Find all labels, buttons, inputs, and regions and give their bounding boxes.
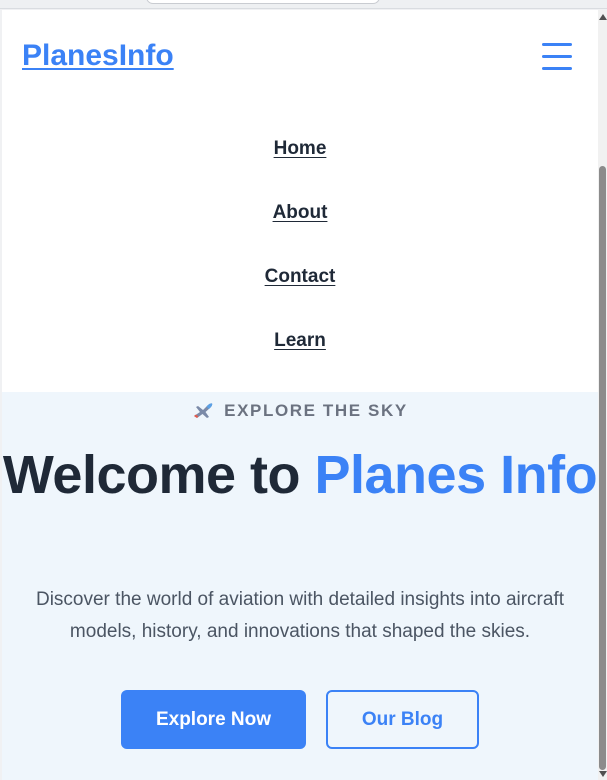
hero-title-prefix: Welcome to [2, 445, 315, 505]
hero-eyebrow: EXPLORE THE SKY [2, 400, 598, 422]
browser-address-bar[interactable] [146, 0, 380, 4]
menu-bar-top [542, 43, 572, 46]
nav-link-about[interactable]: About [2, 192, 598, 256]
menu-bar-middle [542, 55, 572, 58]
hero-description: Discover the world of aviation with deta… [35, 589, 565, 642]
scrollbar-thumb[interactable] [599, 166, 606, 770]
scroll-up-arrow-icon[interactable] [599, 14, 607, 20]
hero-title: Welcome to Planes Info [2, 442, 598, 508]
explore-now-button[interactable]: Explore Now [121, 690, 306, 749]
hero-section: EXPLORE THE SKY Welcome to Planes Info D… [2, 392, 598, 780]
browser-top-strip [0, 0, 607, 9]
hero-title-accent: Planes Info [314, 445, 598, 505]
menu-bar-bottom [542, 67, 572, 70]
nav-link-learn[interactable]: Learn [2, 320, 598, 384]
airplane-icon [192, 401, 214, 419]
nav-link-contact[interactable]: Contact [2, 256, 598, 320]
page-viewport: PlanesInfo Home About Contact Learn EXPL… [2, 10, 598, 780]
page-scrollbar[interactable] [598, 10, 607, 780]
our-blog-button[interactable]: Our Blog [326, 690, 479, 749]
hamburger-menu-icon[interactable] [538, 40, 576, 74]
nav-link-home[interactable]: Home [2, 128, 598, 192]
mobile-nav-menu: Home About Contact Learn [2, 128, 598, 384]
hero-eyebrow-text: EXPLORE THE SKY [224, 401, 408, 420]
site-logo-link[interactable]: PlanesInfo [22, 36, 174, 76]
scroll-down-arrow-icon[interactable] [599, 771, 607, 777]
